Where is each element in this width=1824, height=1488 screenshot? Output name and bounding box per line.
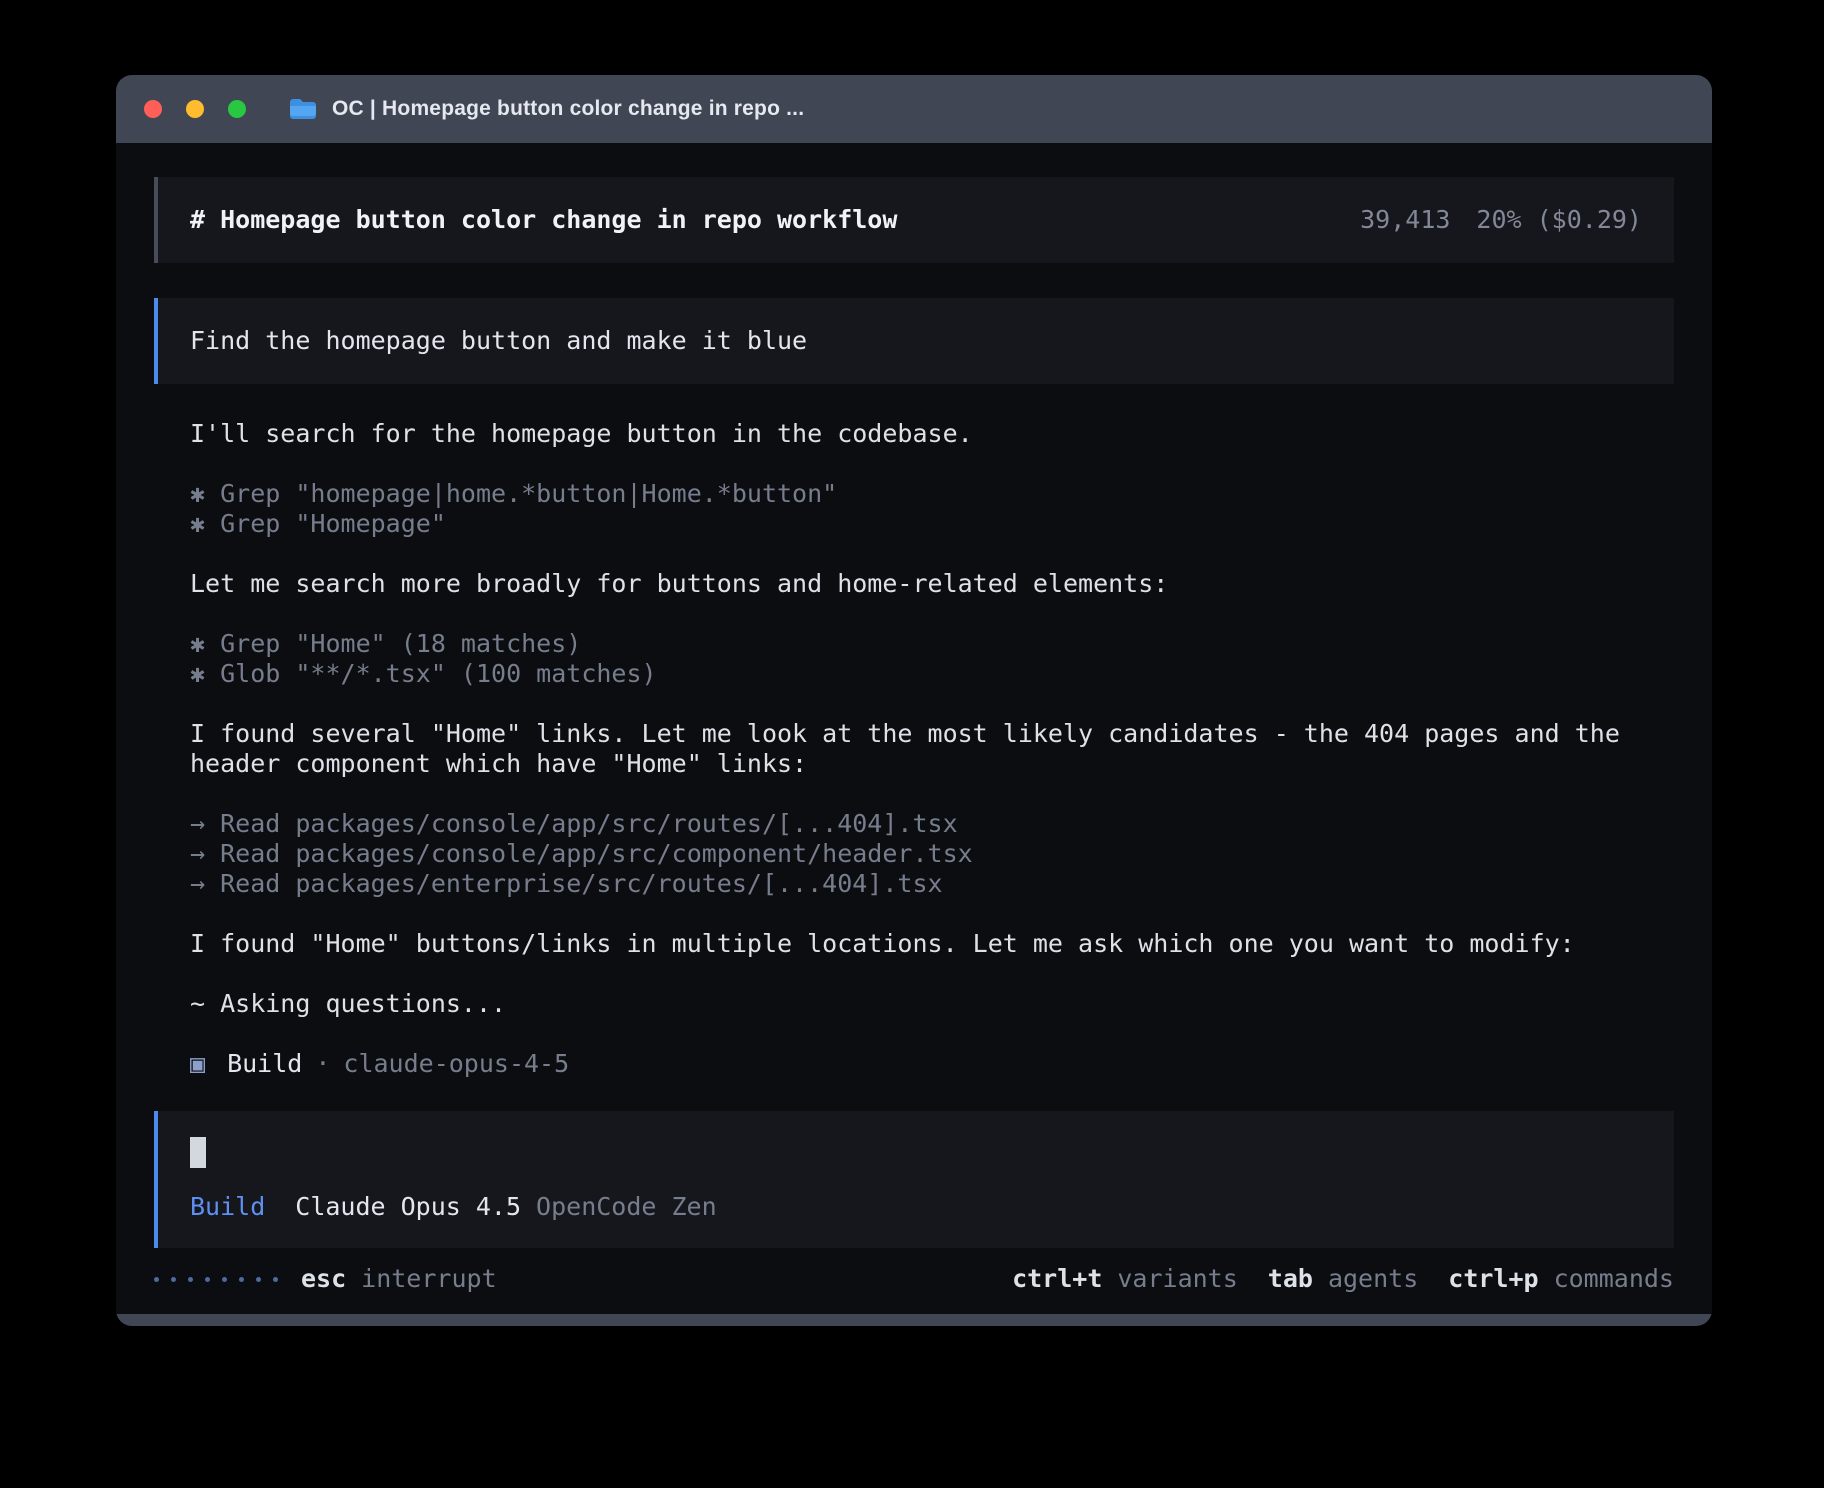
agent-name: Build	[227, 1049, 302, 1079]
window-title: OC | Homepage button color change in rep…	[332, 97, 804, 121]
context-usage: 20% ($0.29)	[1476, 205, 1642, 235]
shortcut-agents: tab agents	[1268, 1264, 1418, 1294]
user-message-block: Find the homepage button and make it blu…	[154, 298, 1674, 384]
mode-indicator: Build	[190, 1192, 265, 1222]
tool-call-line: ✱ Grep "Homepage"	[190, 509, 1638, 539]
input-provider-label: OpenCode Zen	[536, 1192, 717, 1222]
file-read-line: → Read packages/enterprise/src/routes/[.…	[190, 869, 1638, 899]
assistant-paragraph: Let me search more broadly for buttons a…	[190, 569, 1638, 599]
agent-status-line: ▣ Build · claude-opus-4-5	[190, 1049, 1638, 1079]
esc-key-label: interrupt	[361, 1264, 496, 1294]
terminal-window: OC | Homepage button color change in rep…	[116, 75, 1712, 1326]
session-header: # Homepage button color change in repo w…	[154, 177, 1674, 263]
file-read-line: → Read packages/console/app/src/routes/[…	[190, 809, 1638, 839]
tool-call-line: ✱ Glob "**/*.tsx" (100 matches)	[190, 659, 1638, 689]
titlebar[interactable]: OC | Homepage button color change in rep…	[116, 75, 1712, 143]
zoom-button[interactable]	[228, 100, 246, 118]
status-bar: esc interrupt ctrl+t variants tab agents…	[154, 1264, 1674, 1294]
assistant-activity: ~ Asking questions...	[190, 989, 1638, 1019]
text-cursor	[190, 1137, 206, 1168]
assistant-paragraph: I'll search for the homepage button in t…	[190, 419, 1638, 449]
session-title: # Homepage button color change in repo w…	[190, 205, 897, 235]
agent-status-icon: ▣	[190, 1049, 205, 1079]
prompt-input[interactable]: Build Claude Opus 4.5 OpenCode Zen	[154, 1111, 1674, 1248]
esc-key-hint: esc	[301, 1264, 346, 1294]
shortcut-commands: ctrl+p commands	[1448, 1264, 1674, 1294]
traffic-lights	[144, 100, 246, 118]
tool-call-line: ✱ Grep "homepage|home.*button|Home.*butt…	[190, 479, 1638, 509]
assistant-transcript: I'll search for the homepage button in t…	[190, 419, 1638, 1079]
shortcut-variants: ctrl+t variants	[1012, 1264, 1238, 1294]
user-message-text: Find the homepage button and make it blu…	[190, 326, 807, 355]
tool-call-line: ✱ Grep "Home" (18 matches)	[190, 629, 1638, 659]
token-count: 39,413	[1360, 205, 1450, 235]
minimize-button[interactable]	[186, 100, 204, 118]
input-model-label: Claude Opus 4.5	[295, 1192, 521, 1222]
file-read-line: → Read packages/console/app/src/componen…	[190, 839, 1638, 869]
close-button[interactable]	[144, 100, 162, 118]
folder-icon	[288, 97, 318, 121]
separator-dot: ·	[315, 1049, 330, 1079]
assistant-paragraph: I found "Home" buttons/links in multiple…	[190, 929, 1638, 959]
model-name: claude-opus-4-5	[343, 1049, 569, 1079]
progress-spinner	[154, 1277, 278, 1282]
terminal-body: # Homepage button color change in repo w…	[116, 143, 1712, 1314]
assistant-paragraph: I found several "Home" links. Let me loo…	[190, 719, 1638, 779]
